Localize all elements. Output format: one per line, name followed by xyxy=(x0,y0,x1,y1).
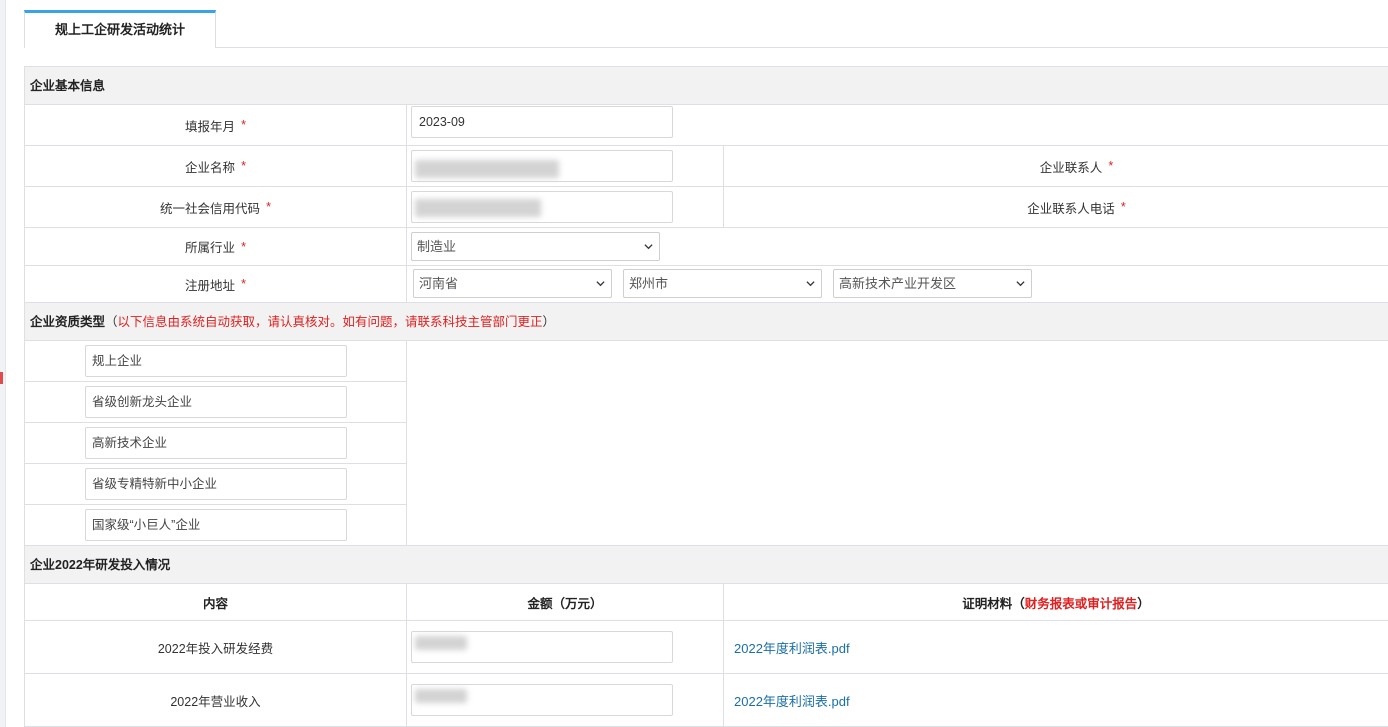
form-content: 企业基本信息 填报年月 * 2023-09 企业名称 * 企业联系人 * 统一社会信用… xyxy=(24,66,1388,727)
chevron-down-icon xyxy=(596,281,605,287)
section-basic-info: 企业基本信息 xyxy=(24,67,1388,105)
redacted-credit-code xyxy=(415,199,541,217)
province-select[interactable]: 河南省 xyxy=(413,269,612,298)
report-month-input[interactable]: 2023-09 xyxy=(411,106,673,138)
row-label-revenue: 2022年营业收入 xyxy=(25,674,407,726)
row-address: 注册地址 * 河南省 郑州市 高新技术产业开发区 xyxy=(24,266,1388,303)
chevron-down-icon xyxy=(1016,281,1025,287)
tab-rd-statistics[interactable]: 规上工企研发活动统计 xyxy=(24,10,216,48)
row-industry: 所属行业 * 制造业 xyxy=(24,228,1388,266)
left-edge-strip xyxy=(0,0,6,727)
header-amount: 金额（万元） xyxy=(527,596,603,611)
qualification-item: 国家级“小巨人”企业 xyxy=(25,505,407,546)
label-contact-person: 企业联系人 * xyxy=(723,146,1388,186)
proof-file-link[interactable]: 2022年度利润表.pdf xyxy=(734,638,850,657)
edge-marker xyxy=(0,372,3,384)
row-report-month: 填报年月 * 2023-09 xyxy=(24,105,1388,146)
table-row: 2022年营业收入 2022年度利润表.pdf xyxy=(24,674,1388,727)
proof-file-link[interactable]: 2022年度利润表.pdf xyxy=(734,691,850,710)
table-header-row: 内容 金额（万元） 证明材料（ 财务报表或审计报告） xyxy=(24,584,1388,621)
header-proof: 证明材料（ 财务报表或审计报告） xyxy=(723,584,1388,620)
row-company-name: 企业名称 * 企业联系人 * xyxy=(24,146,1388,187)
header-content: 内容 xyxy=(25,584,407,620)
label-report-month: 填报年月 * xyxy=(25,105,407,145)
row-label-rd-funds: 2022年投入研发经费 xyxy=(25,621,407,673)
label-credit-code: 统一社会信用代码 * xyxy=(25,187,407,227)
label-contact-phone: 企业联系人电话 * xyxy=(723,187,1388,227)
qualification-item: 规上企业 xyxy=(25,341,407,382)
label-industry: 所属行业 * xyxy=(25,228,407,265)
label-address: 注册地址 * xyxy=(25,266,407,302)
qualification-item: 省级专精特新中小企业 xyxy=(25,464,407,505)
qualification-item: 高新技术企业 xyxy=(25,423,407,464)
row-qualification-list: 规上企业 省级创新龙头企业 高新技术企业 省级专精特新中小企业 国家级“小巨人”… xyxy=(24,341,1388,546)
label-company-name: 企业名称 * xyxy=(25,146,407,186)
qualification-item: 省级创新龙头企业 xyxy=(25,382,407,423)
chevron-down-icon xyxy=(644,244,653,250)
section-qualification: 企业资质类型（以下信息由系统自动获取，请认真核对。如有问题，请联系科技主管部门更… xyxy=(24,303,1388,341)
chevron-down-icon xyxy=(806,281,815,287)
redacted-company-name xyxy=(415,160,559,178)
tab-bar: 规上工企研发活动统计 xyxy=(24,0,1388,48)
qualification-notice: 以下信息由系统自动获取，请认真核对。如有问题，请联系科技主管部门更正 xyxy=(117,315,543,329)
industry-select[interactable]: 制造业 xyxy=(411,232,660,261)
section-rd-investment: 企业2022年研发投入情况 xyxy=(24,546,1388,584)
redacted-amount xyxy=(415,636,467,650)
row-credit-code: 统一社会信用代码 * 企业联系人电话 * xyxy=(24,187,1388,228)
district-select[interactable]: 高新技术产业开发区 xyxy=(833,269,1032,298)
table-row: 2022年投入研发经费 2022年度利润表.pdf xyxy=(24,621,1388,674)
city-select[interactable]: 郑州市 xyxy=(623,269,822,298)
redacted-amount xyxy=(415,689,467,703)
